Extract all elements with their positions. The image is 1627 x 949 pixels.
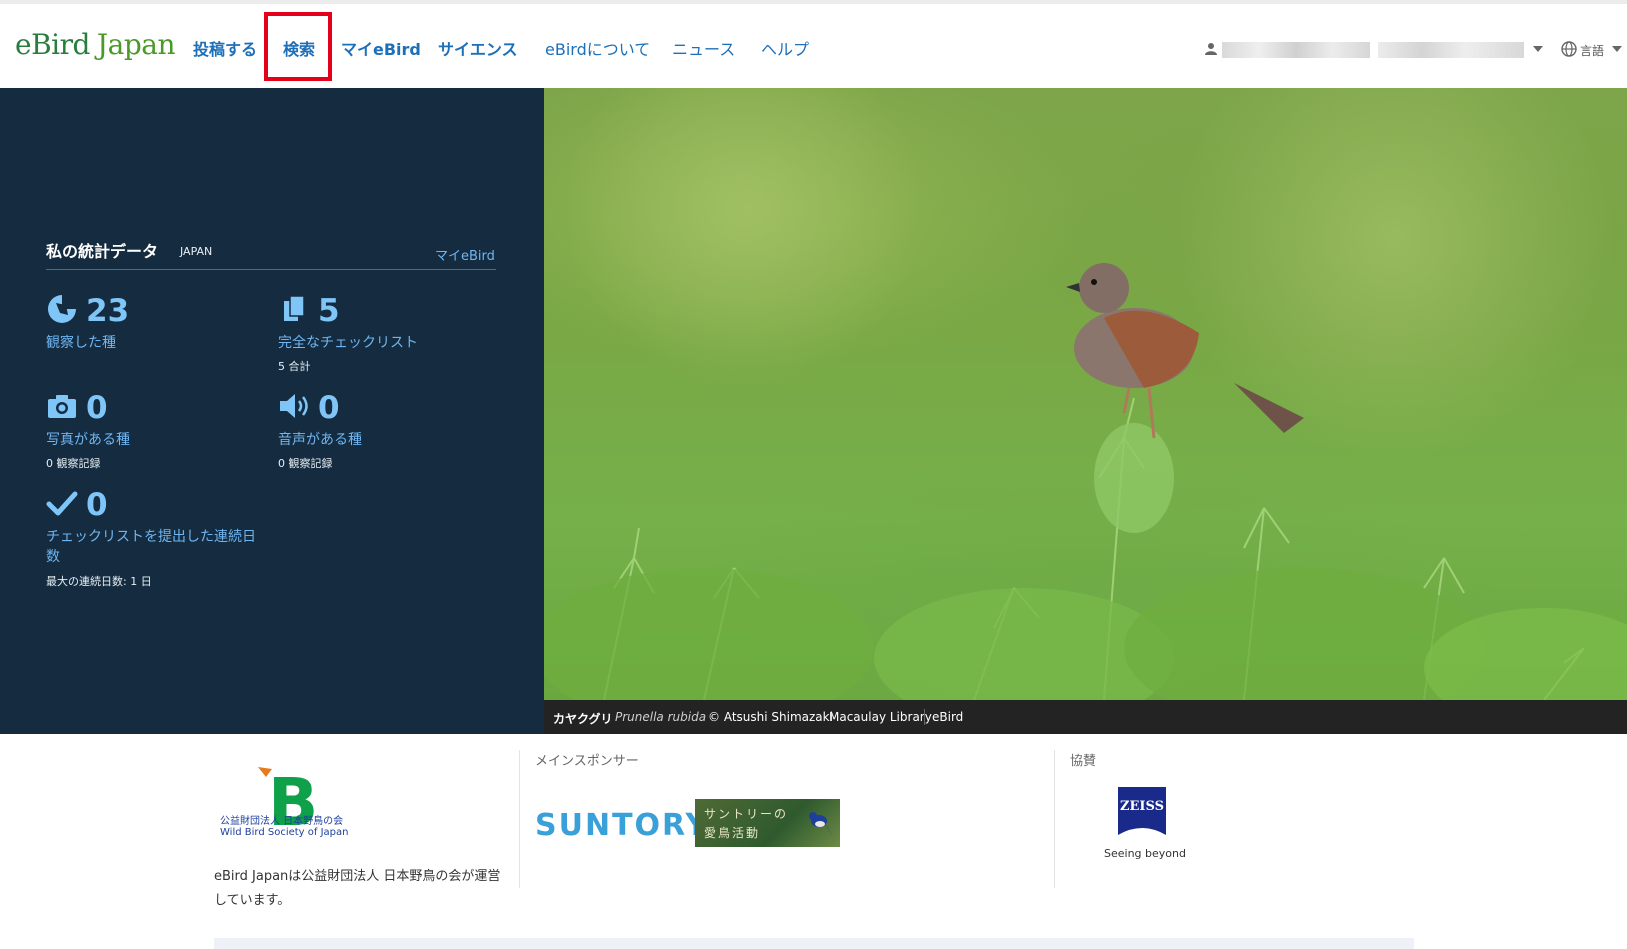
stats-title: 私の統計データ [46,242,159,261]
nav-about[interactable]: eBirdについて [545,36,650,60]
stat-species-observed[interactable]: 23 観察した種 [46,293,256,353]
stats-panel: 私の統計データ JAPAN マイeBird 23 観察した種 5 完全なチェック… [0,88,544,734]
stat-label: 完全なチェックリスト [278,335,418,351]
suntory-logo[interactable]: SUNTORY [535,808,709,843]
caption-scientific-name: Prunella rubida [615,710,707,724]
stat-photo-species[interactable]: 0 写真がある種 0 観察記録 [46,390,256,470]
nav-science[interactable]: サイエンス [438,36,518,60]
ebird-japan-logo[interactable]: eBird Japan [15,28,176,61]
stats-region: JAPAN [180,245,213,258]
language-chevron-down-icon[interactable] [1612,46,1622,52]
bird-icon [809,812,834,838]
stat-value: 0 [318,390,340,426]
footer-divider [1054,750,1055,888]
stat-label: 観察した種 [46,335,116,351]
stat-value: 23 [86,293,130,329]
zeiss-logo[interactable]: ZEISS [1118,787,1166,835]
language-menu[interactable]: 言語 [1580,42,1604,59]
stat-sub: 0 観察記録 [46,457,101,470]
speaker-icon [280,394,308,418]
nav-explore-highlight [264,12,332,81]
stat-label: チェックリストを提出した連続日数 [46,529,256,565]
footer-bottom-bar [214,938,1414,949]
checkmark-icon [46,491,78,516]
supporter-heading: 協賛 [1070,754,1097,769]
account-chevron-down-icon[interactable] [1533,46,1543,52]
photo-caption: カヤクグリ Prunella rubida © Atsushi Shimazak… [544,700,1627,734]
operated-by-text: eBird Japanは公益財団法人 日本野鳥の会が運営しています。 [214,869,501,908]
user-icon [1205,43,1217,55]
hero-photo [544,88,1627,700]
stat-value: 5 [318,293,340,329]
bird-photo-illustration [544,88,1627,700]
nav-my-ebird[interactable]: マイeBird [341,36,421,60]
suntory-bird-activity-banner[interactable]: サントリーの 愛鳥活動 [695,799,840,847]
username-redacted-2[interactable] [1378,42,1524,58]
my-ebird-link[interactable]: マイeBird [435,245,495,264]
stat-streak[interactable]: 0 チェックリストを提出した連続日数 最大の連続日数: 1 日 [46,487,276,588]
caption-common-name[interactable]: カヤクグリ [553,710,613,727]
species-icon [48,295,76,323]
nav-submit[interactable]: 投稿する [193,36,257,60]
stat-sub: 5 合計 [278,360,311,373]
checklist-icon [284,295,305,321]
stat-sub: 最大の連続日数: 1 日 [46,575,152,588]
caption-credit[interactable]: © Atsushi Shimazaki [708,710,833,724]
stat-value: 0 [86,390,108,426]
zeiss-tagline: Seeing beyond [1104,847,1186,860]
caption-ebird-link[interactable]: eBird [932,710,963,724]
wbsj-name-en: Wild Bird Society of Japan [220,827,349,838]
main-sponsor-heading: メインスポンサー [535,754,639,769]
stat-value: 0 [86,487,108,523]
nav-news[interactable]: ニュース [672,36,735,60]
stat-sub: 0 観察記録 [278,457,333,470]
stat-audio-species[interactable]: 0 音声がある種 0 観察記録 [278,390,498,470]
globe-icon [1561,41,1577,57]
caption-macaulay-link[interactable]: Macaulay Library [829,710,932,724]
stat-label: 写真がある種 [46,432,130,448]
stat-complete-checklists[interactable]: 5 完全なチェックリスト 5 合計 [278,293,498,373]
wbsj-name-jp: 公益財団法人 日本野鳥の会 [220,816,344,827]
camera-icon [48,395,76,418]
footer-divider [519,750,520,888]
stats-divider [46,269,496,270]
site-header: eBird Japan 投稿する 検索 マイeBird サイエンス eBirdにつ… [0,4,1627,88]
username-redacted[interactable] [1222,42,1370,58]
nav-help[interactable]: ヘルプ [761,36,809,60]
caption-separator [924,709,925,725]
stat-label: 音声がある種 [278,432,362,448]
